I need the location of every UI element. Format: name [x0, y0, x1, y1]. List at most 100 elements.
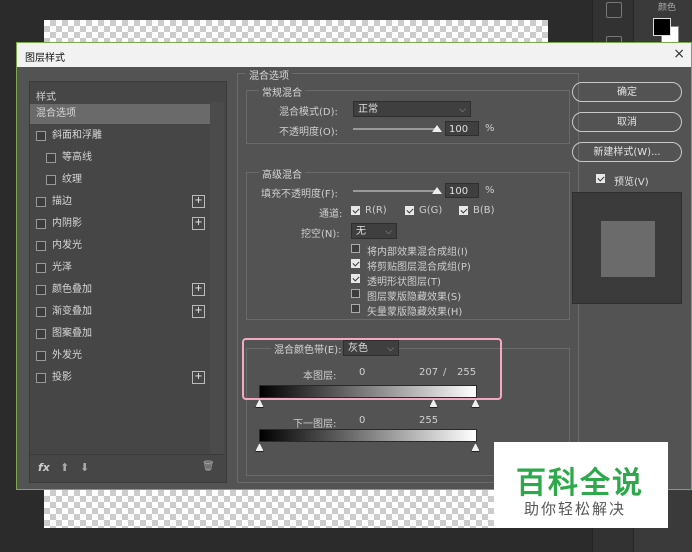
style-list-item[interactable]: 投影 +	[30, 368, 210, 388]
style-item-checkbox[interactable]	[36, 131, 46, 141]
style-item-label: 描边	[52, 196, 72, 207]
style-item-label: 投影	[52, 372, 72, 383]
style-item-label: 纹理	[62, 174, 82, 185]
canvas-transparency-bottom	[44, 490, 548, 528]
style-item-label: 等高线	[62, 152, 92, 163]
style-list-item[interactable]: 内阴影 +	[30, 214, 210, 234]
move-up-icon[interactable]: ⬆	[60, 461, 69, 474]
color-panel-tab[interactable]: 颜色	[658, 0, 676, 13]
fill-opacity-slider-track[interactable]	[353, 190, 437, 192]
style-preview-swatch	[601, 221, 655, 277]
style-item-checkbox[interactable]	[36, 241, 46, 251]
style-item-label: 渐变叠加	[52, 306, 92, 317]
style-list-item[interactable]: 斜面和浮雕	[30, 126, 210, 146]
style-item-checkbox[interactable]	[36, 329, 46, 339]
style-list-item[interactable]: 内发光	[30, 236, 210, 256]
this-layer-white-slider[interactable]	[471, 399, 480, 408]
style-list-item[interactable]: 颜色叠加 +	[30, 280, 210, 300]
underlying-layer-label: 下一图层:	[293, 419, 337, 430]
ok-button[interactable]: 确定	[572, 82, 682, 102]
underlying-layer-white-slider[interactable]	[471, 443, 480, 452]
style-item-checkbox[interactable]	[36, 219, 46, 229]
trash-icon[interactable]: 🗑	[202, 461, 215, 472]
add-effect-icon[interactable]: +	[192, 217, 205, 230]
style-item-checkbox[interactable]	[36, 197, 46, 207]
fill-opacity-input[interactable]: 100	[445, 183, 479, 198]
close-icon[interactable]: ×	[673, 46, 685, 62]
advanced-option-checkbox[interactable]	[351, 289, 360, 298]
style-list-item[interactable]: 图案叠加	[30, 324, 210, 344]
general-blending-group: 常规混合 混合模式(D): 正常 ⌵ 不透明度(O): 100 %	[246, 84, 570, 144]
opacity-input[interactable]: 100	[445, 121, 479, 136]
blend-mode-label: 混合模式(D):	[279, 107, 338, 118]
advanced-option-label: 图层蒙版隐藏效果(S)	[367, 292, 462, 303]
style-item-label: 内阴影	[52, 218, 82, 229]
style-list: 样式 混合选项斜面和浮雕等高线纹理描边 + 内阴影 + 内发光光泽颜色叠加 + 渐变叠加 + 图…	[29, 81, 227, 483]
channel-g-checkbox[interactable]	[405, 206, 414, 215]
underlying-layer-black-slider[interactable]	[255, 443, 264, 452]
dialog-titlebar: 图层样式 ×	[17, 43, 691, 67]
style-list-item[interactable]: 外发光	[30, 346, 210, 366]
style-item-label: 内发光	[52, 240, 82, 251]
opacity-unit: %	[485, 123, 495, 134]
style-item-checkbox[interactable]	[36, 351, 46, 361]
fx-icon[interactable]: fx	[38, 461, 50, 474]
move-down-icon[interactable]: ⬇	[80, 461, 89, 474]
advanced-option-checkbox[interactable]	[351, 244, 360, 253]
opacity-slider-handle[interactable]	[432, 125, 442, 132]
advanced-option-label: 矢量蒙版隐藏效果(H)	[367, 307, 463, 318]
add-effect-icon[interactable]: +	[192, 283, 205, 296]
style-list-item[interactable]: 描边 +	[30, 192, 210, 212]
foreground-color-swatch[interactable]	[653, 18, 671, 36]
style-list-item[interactable]: 等高线	[30, 148, 210, 168]
style-list-item[interactable]: 渐变叠加 +	[30, 302, 210, 322]
style-item-label: 光泽	[52, 262, 72, 273]
blend-mode-select[interactable]: 正常 ⌵	[353, 101, 471, 117]
style-item-label: 外发光	[52, 350, 82, 361]
style-item-checkbox[interactable]	[36, 263, 46, 273]
cancel-button[interactable]: 取消	[572, 112, 682, 132]
style-list-footer: fx ⬆ ⬇ 🗑	[30, 454, 224, 481]
chevron-down-icon: ⌵	[385, 227, 392, 237]
underlying-layer-high-value: 255	[419, 415, 439, 426]
style-list-header: 样式	[36, 92, 56, 103]
style-list-item[interactable]: 光泽	[30, 258, 210, 278]
opacity-slider-track[interactable]	[353, 128, 437, 130]
new-style-button[interactable]: 新建样式(W)...	[572, 142, 682, 162]
channel-g-label: G(G)	[419, 205, 443, 216]
advanced-option-checkbox[interactable]	[351, 304, 360, 313]
style-list-item[interactable]: 混合选项	[30, 104, 210, 124]
advanced-option-checkbox[interactable]	[351, 274, 360, 283]
history-icon[interactable]	[606, 2, 622, 18]
blending-options-title: 混合选项	[246, 67, 292, 82]
add-effect-icon[interactable]: +	[192, 371, 205, 384]
fill-opacity-label: 填充不透明度(F):	[261, 189, 338, 200]
advanced-option-checkbox[interactable]	[351, 259, 360, 268]
advanced-option-label: 将内部效果混合成组(I)	[367, 247, 468, 258]
advanced-option-label: 透明形状图层(T)	[367, 277, 441, 288]
knockout-label: 挖空(N):	[301, 229, 340, 240]
style-item-label: 混合选项	[36, 108, 76, 119]
preview-checkbox[interactable]	[596, 174, 605, 183]
style-list-scrollbar[interactable]	[210, 102, 224, 454]
style-item-checkbox[interactable]	[36, 285, 46, 295]
fill-opacity-slider-handle[interactable]	[432, 187, 442, 194]
channel-r-checkbox[interactable]	[351, 206, 360, 215]
knockout-select[interactable]: 无 ⌵	[351, 223, 397, 239]
add-effect-icon[interactable]: +	[192, 305, 205, 318]
watermark-logo: 百科全说 助你轻松解决	[494, 442, 668, 528]
add-effect-icon[interactable]: +	[192, 195, 205, 208]
style-item-checkbox[interactable]	[46, 175, 56, 185]
style-item-checkbox[interactable]	[36, 373, 46, 383]
style-item-checkbox[interactable]	[46, 153, 56, 163]
style-item-checkbox[interactable]	[36, 307, 46, 317]
channel-b-checkbox[interactable]	[459, 206, 468, 215]
watermark-subtitle: 助你轻松解决	[524, 500, 627, 518]
channels-label: 通道:	[319, 209, 343, 220]
channel-r-label: R(R)	[365, 205, 387, 216]
style-preview-thumbnail	[572, 192, 682, 304]
this-layer-white-split-slider[interactable]	[429, 399, 438, 408]
this-layer-black-slider[interactable]	[255, 399, 264, 408]
style-list-item[interactable]: 纹理	[30, 170, 210, 190]
channel-b-label: B(B)	[473, 205, 495, 216]
